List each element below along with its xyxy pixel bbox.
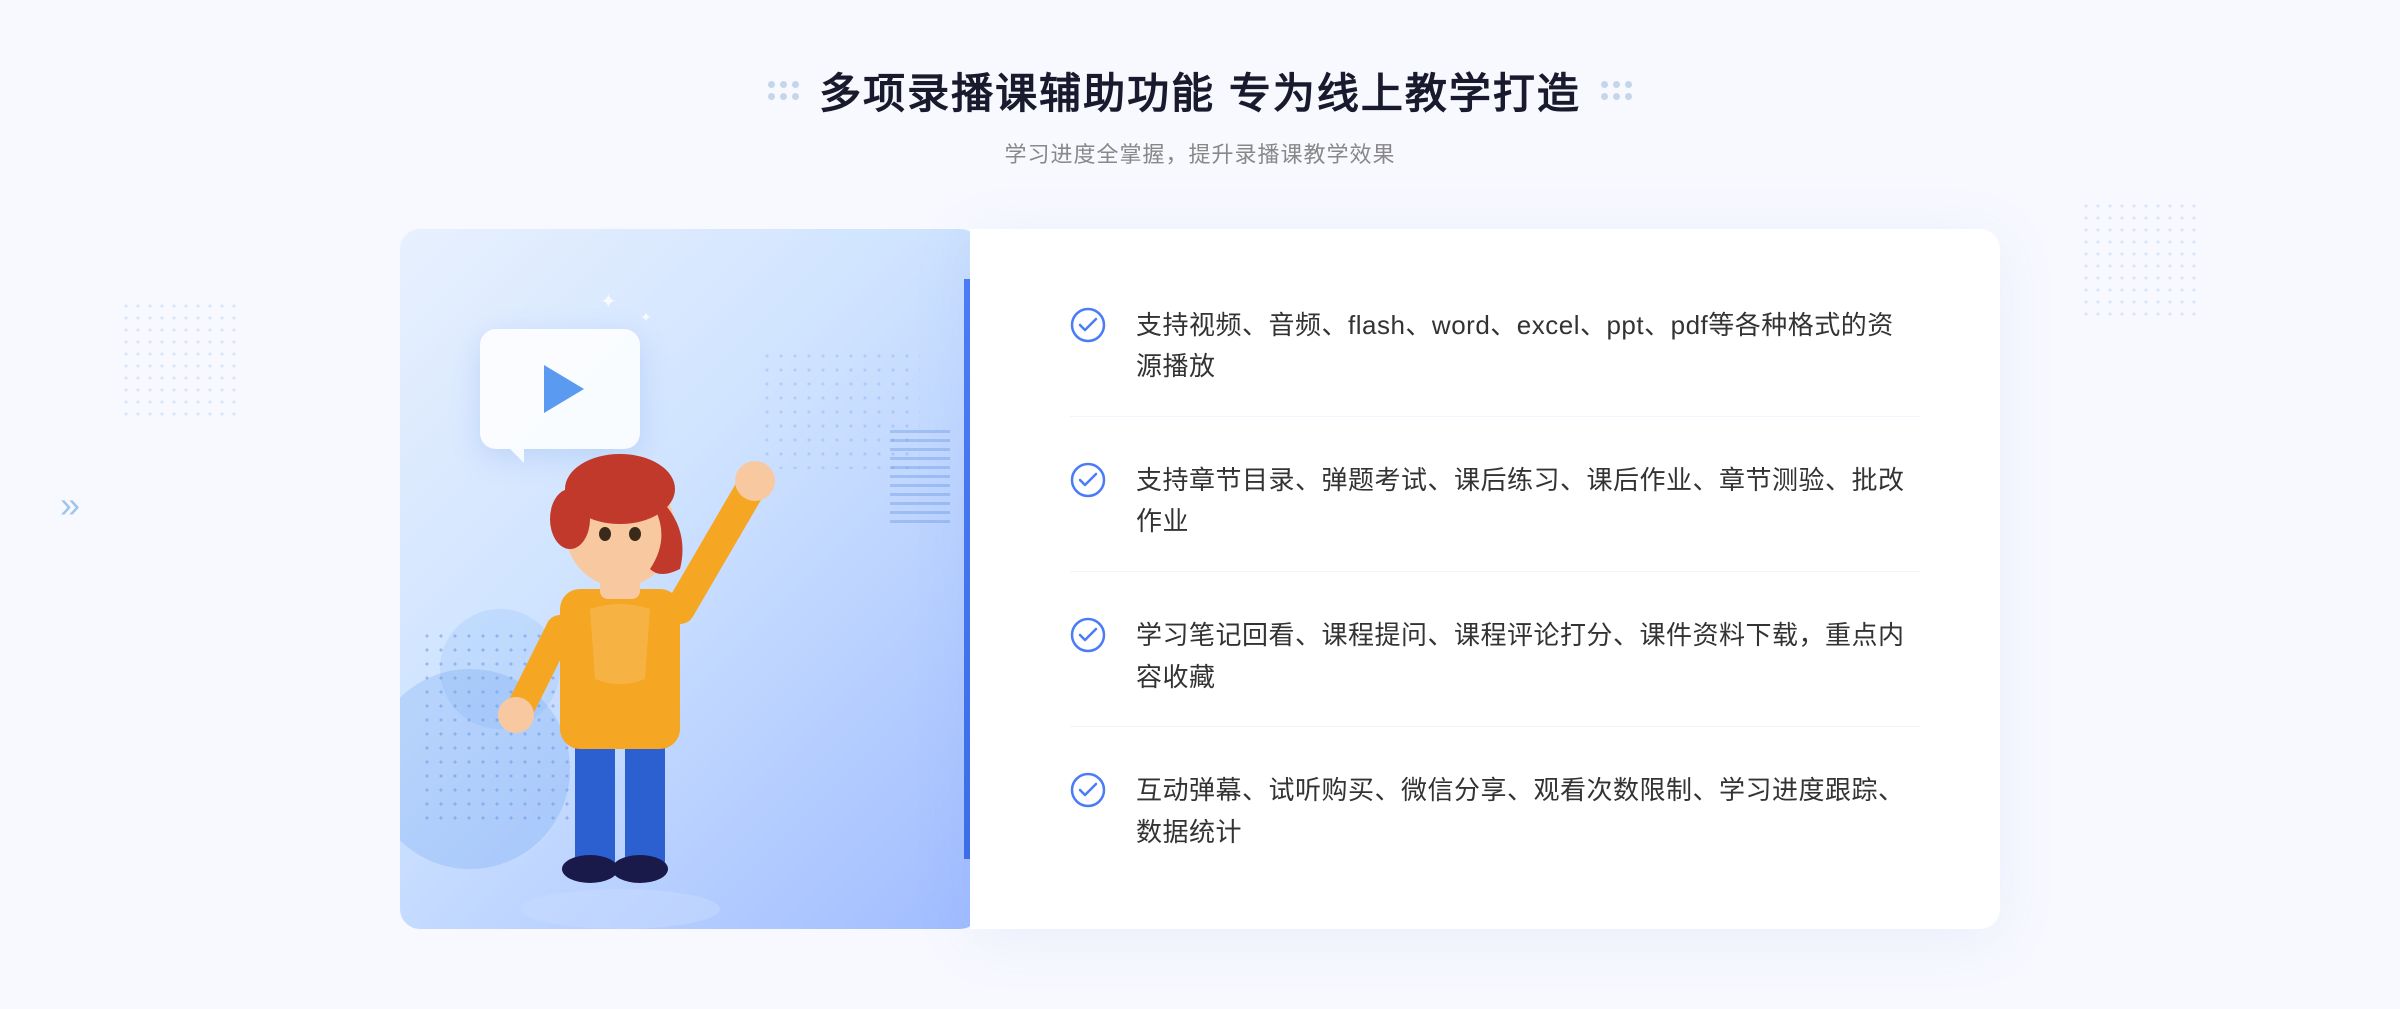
check-icon-4 (1070, 772, 1106, 808)
chevron-decoration-left: » (60, 484, 80, 526)
dot-decoration-left (120, 300, 240, 420)
dot-decoration-right (2080, 200, 2200, 320)
page-subtitle: 学习进度全掌握，提升录播课教学效果 (768, 137, 1632, 169)
feature-item-1: 支持视频、音频、flash、word、excel、ppt、pdf等各种格式的资源… (1070, 277, 1920, 417)
feature-text-2: 支持章节目录、弹题考试、课后练习、课后作业、章节测验、批改作业 (1136, 460, 1920, 543)
check-icon-2 (1070, 462, 1106, 498)
sparkle-1: ✦ (600, 289, 617, 314)
title-decoration-right (1601, 81, 1632, 100)
feature-text-1: 支持视频、音频、flash、word、excel、ppt、pdf等各种格式的资源… (1136, 305, 1920, 388)
features-panel: 支持视频、音频、flash、word、excel、ppt、pdf等各种格式的资源… (970, 229, 2000, 929)
check-icon-3 (1070, 617, 1106, 653)
feature-item-4: 互动弹幕、试听购买、微信分享、观看次数限制、学习进度跟踪、数据统计 (1070, 742, 1920, 881)
illus-stripe-decoration (890, 429, 950, 529)
feature-text-3: 学习笔记回看、课程提问、课程评论打分、课件资料下载，重点内容收藏 (1136, 615, 1920, 698)
header-section: 多项录播课辅助功能 专为线上教学打造 学习进度全掌握，提升录播课教学效果 (768, 60, 1632, 169)
check-icon-1 (1070, 307, 1106, 343)
feature-item-2: 支持章节目录、弹题考试、课后练习、课后作业、章节测验、批改作业 (1070, 432, 1920, 572)
character-illustration (460, 369, 780, 929)
feature-text-4: 互动弹幕、试听购买、微信分享、观看次数限制、学习进度跟踪、数据统计 (1136, 770, 1920, 853)
content-area: ✦ ✦ (400, 229, 2000, 929)
title-row: 多项录播课辅助功能 专为线上教学打造 (768, 60, 1632, 121)
page-container: » 多项录播课辅助功能 专为线上教学打造 学习进度全掌握，提升录播课教学效果 (0, 0, 2400, 1009)
title-decoration-left (768, 81, 799, 100)
page-title: 多项录播课辅助功能 专为线上教学打造 (819, 60, 1581, 121)
sparkle-2: ✦ (640, 309, 652, 326)
illustration-container: ✦ ✦ (400, 229, 980, 929)
feature-item-3: 学习笔记回看、课程提问、课程评论打分、课件资料下载，重点内容收藏 (1070, 587, 1920, 727)
